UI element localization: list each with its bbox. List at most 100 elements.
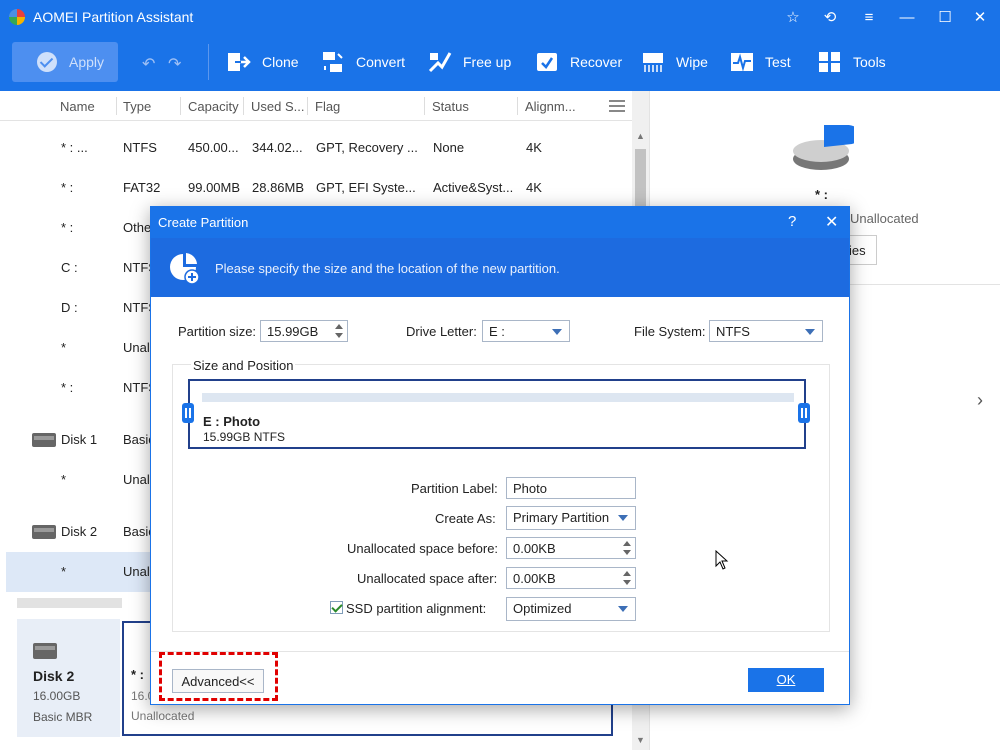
column-used-space[interactable]: Used S... bbox=[251, 99, 304, 114]
chevron-down-icon bbox=[618, 515, 628, 521]
row-alignment: 4K bbox=[526, 180, 542, 195]
size-position-title: Size and Position bbox=[191, 358, 296, 373]
tools-icon bbox=[819, 52, 840, 72]
unalloc-after-value: 0.00KB bbox=[513, 571, 556, 586]
left-resize-handle[interactable] bbox=[182, 403, 194, 423]
chevron-down-icon bbox=[552, 329, 562, 335]
drive-letter-label: Drive Letter: bbox=[406, 324, 477, 339]
spin-arrows-icon[interactable] bbox=[623, 540, 631, 556]
ssd-alignment-label[interactable]: SSD partition alignment: bbox=[346, 601, 486, 616]
partition-size-input[interactable]: 15.99GB bbox=[260, 320, 348, 342]
scroll-up-icon[interactable]: ▲ bbox=[636, 131, 645, 141]
row-used: 344.02... bbox=[252, 140, 303, 155]
row-name: Disk 1 bbox=[61, 432, 98, 447]
test-button[interactable]: Test bbox=[730, 48, 791, 76]
unalloc-before-input[interactable]: 0.00KB bbox=[506, 537, 636, 559]
menu-icon[interactable]: ≡ bbox=[857, 6, 881, 28]
create-as-label: Create As: bbox=[435, 511, 496, 526]
clone-icon bbox=[228, 53, 251, 71]
column-alignment[interactable]: Alignm... bbox=[525, 99, 576, 114]
drive-letter-select[interactable]: E : bbox=[482, 320, 570, 342]
drive-letter-value: E : bbox=[489, 324, 505, 339]
chevron-right-icon[interactable]: › bbox=[977, 390, 983, 411]
wipe-button[interactable]: Wipe bbox=[641, 48, 708, 76]
create-as-select[interactable]: Primary Partition bbox=[506, 506, 636, 530]
row-name: * : ... bbox=[61, 140, 88, 155]
column-capacity[interactable]: Capacity bbox=[188, 99, 239, 114]
clone-label: Clone bbox=[262, 54, 299, 70]
row-name: D : bbox=[61, 300, 78, 315]
row-flag: GPT, EFI Syste... bbox=[316, 180, 416, 195]
apply-button[interactable]: Apply bbox=[12, 42, 118, 82]
ok-button[interactable]: OK bbox=[748, 668, 824, 692]
chevron-down-icon bbox=[805, 329, 815, 335]
scroll-down-icon[interactable]: ▼ bbox=[636, 735, 645, 745]
properties-button[interactable]: ies bbox=[849, 235, 877, 265]
free-up-label: Free up bbox=[463, 54, 512, 70]
column-divider bbox=[243, 97, 244, 115]
table-row[interactable]: * : FAT32 99.00MB 28.86MB GPT, EFI Syste… bbox=[0, 168, 632, 208]
refresh-icon[interactable]: ⟲ bbox=[818, 6, 842, 28]
maximize-button[interactable]: ☐ bbox=[933, 6, 957, 28]
disk-card[interactable]: Disk 2 16.00GB Basic MBR bbox=[17, 619, 120, 737]
column-status[interactable]: Status bbox=[432, 99, 469, 114]
column-divider bbox=[424, 97, 425, 115]
unalloc-before-value: 0.00KB bbox=[513, 541, 556, 556]
check-icon bbox=[37, 52, 57, 72]
undo-icon[interactable]: ↶ bbox=[142, 54, 155, 74]
column-type[interactable]: Type bbox=[123, 99, 151, 114]
row-name: * : bbox=[61, 380, 74, 395]
dialog-close-icon[interactable]: ✕ bbox=[825, 212, 838, 232]
spin-arrows-icon[interactable] bbox=[335, 323, 343, 339]
toolbar-divider bbox=[208, 44, 209, 80]
properties-label: ies bbox=[849, 242, 866, 258]
spin-arrows-icon[interactable] bbox=[623, 570, 631, 586]
row-type: Unall bbox=[123, 472, 153, 487]
column-menu-icon[interactable] bbox=[609, 100, 625, 112]
horizontal-scrollbar[interactable] bbox=[17, 598, 122, 608]
partition-bar[interactable]: E : Photo 15.99GB NTFS bbox=[188, 379, 806, 449]
right-resize-handle[interactable] bbox=[798, 403, 810, 423]
star-icon[interactable]: ☆ bbox=[781, 6, 805, 28]
minimize-button[interactable]: — bbox=[895, 6, 919, 28]
unalloc-before-label: Unallocated space before: bbox=[347, 541, 499, 556]
dialog-instruction: Please specify the size and the location… bbox=[215, 261, 560, 276]
row-name: * : bbox=[61, 180, 74, 195]
tools-button[interactable]: Tools bbox=[818, 48, 886, 76]
recover-icon bbox=[537, 53, 557, 71]
partition-bar-fill bbox=[202, 393, 794, 402]
row-name: * : bbox=[61, 220, 74, 235]
row-used: 28.86MB bbox=[252, 180, 305, 195]
row-name: * bbox=[61, 564, 67, 579]
recover-button[interactable]: Recover bbox=[535, 48, 622, 76]
toolbar: Apply ↶ ↷ Clone Convert Free up Recover … bbox=[0, 34, 1000, 91]
convert-icon bbox=[323, 52, 343, 72]
column-name[interactable]: Name bbox=[60, 99, 95, 114]
row-type: Othe bbox=[123, 220, 152, 235]
partition-label-input[interactable]: Photo bbox=[506, 477, 636, 499]
row-status: None bbox=[433, 140, 465, 155]
tools-label: Tools bbox=[853, 54, 886, 70]
file-system-value: NTFS bbox=[716, 324, 750, 339]
ssd-alignment-checkbox[interactable] bbox=[330, 601, 343, 614]
redo-icon[interactable]: ↷ bbox=[168, 54, 181, 74]
column-divider bbox=[517, 97, 518, 115]
advanced-button[interactable]: Advanced<< bbox=[172, 669, 264, 693]
block-label: Unallocated bbox=[131, 709, 195, 723]
test-icon bbox=[731, 53, 753, 72]
ssd-alignment-select[interactable]: Optimized bbox=[506, 597, 636, 621]
close-button[interactable]: ✕ bbox=[968, 6, 992, 28]
apply-label: Apply bbox=[69, 54, 105, 70]
help-icon[interactable]: ? bbox=[788, 213, 796, 230]
clone-button[interactable]: Clone bbox=[227, 48, 299, 76]
file-system-select[interactable]: NTFS bbox=[709, 320, 823, 342]
disk-type: Basic MBR bbox=[33, 710, 93, 724]
list-header: Name Type Capacity Used S... Flag Status… bbox=[0, 91, 632, 121]
free-up-button[interactable]: Free up bbox=[428, 48, 511, 76]
add-partition-icon bbox=[170, 253, 200, 284]
column-flag[interactable]: Flag bbox=[315, 99, 340, 114]
table-row[interactable]: * : ... NTFS 450.00... 344.02... GPT, Re… bbox=[0, 128, 632, 168]
convert-button[interactable]: Convert bbox=[321, 48, 405, 76]
wipe-icon bbox=[643, 53, 663, 72]
unalloc-after-input[interactable]: 0.00KB bbox=[506, 567, 636, 589]
